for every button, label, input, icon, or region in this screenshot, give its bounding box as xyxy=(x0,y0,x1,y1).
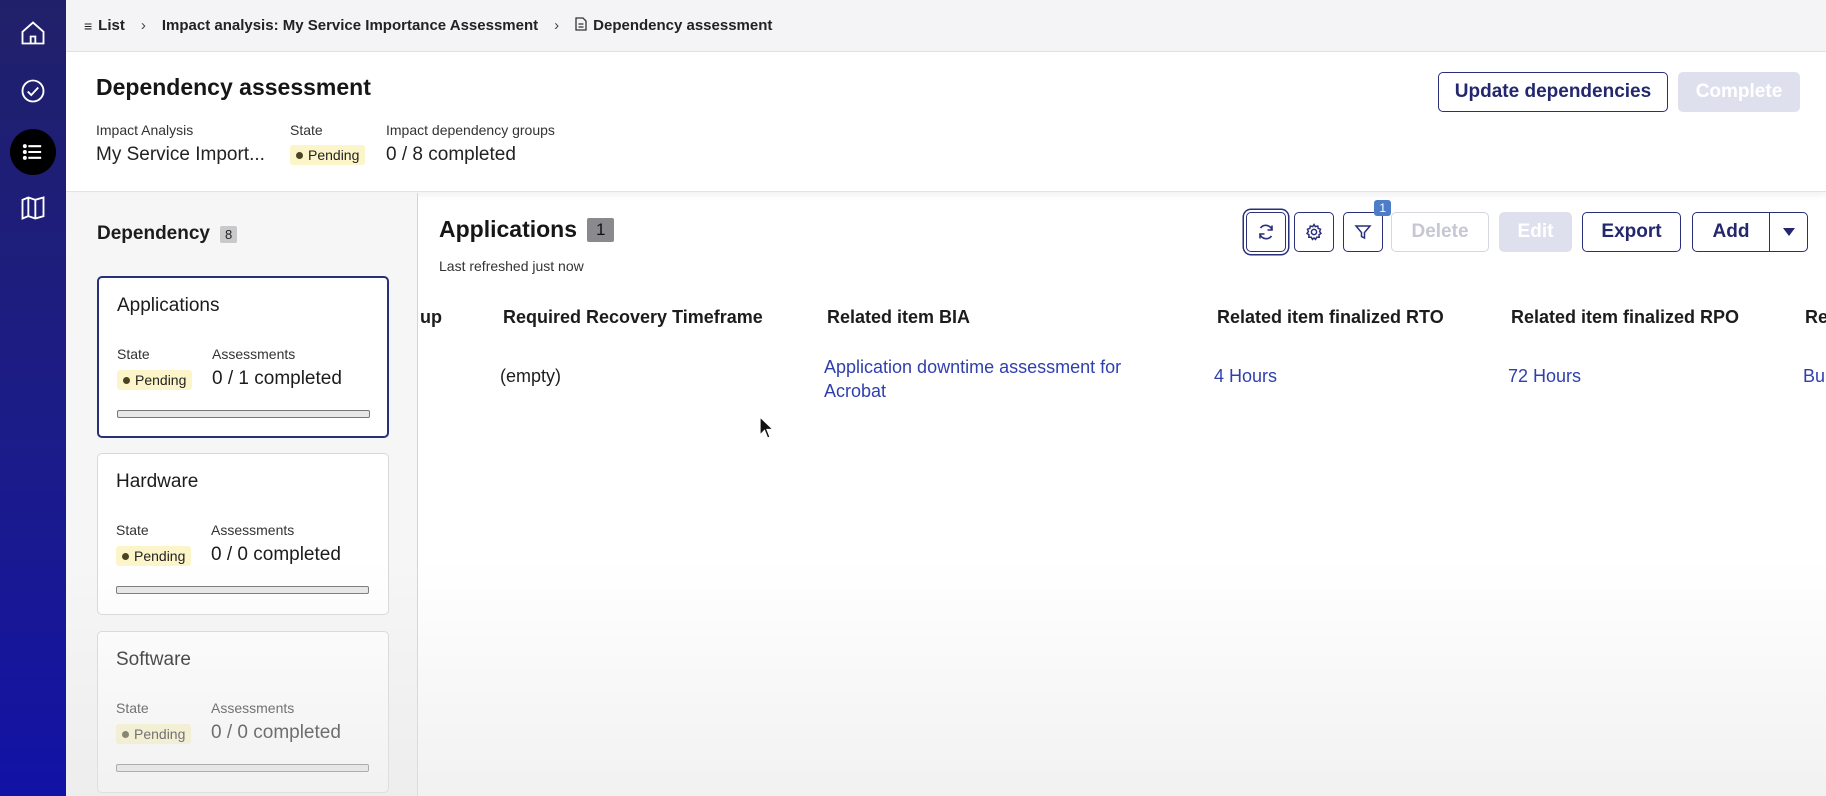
dependency-card-software[interactable]: Software State Assessments Pending 0 / 0… xyxy=(97,631,389,793)
dependency-card-hardware[interactable]: Hardware State Assessments Pending 0 / 0… xyxy=(97,453,389,615)
rto-link[interactable]: 4 Hours xyxy=(1214,366,1277,387)
page-title: Dependency assessment xyxy=(96,74,371,100)
filter-button[interactable]: 1 xyxy=(1343,200,1391,252)
status-badge: Pending xyxy=(290,145,366,165)
table-cell-link[interactable]: Bu xyxy=(1803,366,1825,387)
breadcrumb-impact-analysis[interactable]: Impact analysis: My Service Importance A… xyxy=(162,17,538,34)
dependency-panel-title: Dependency 8 xyxy=(97,223,238,245)
dependency-groups-meta: Impact dependency groups 0 / 8 completed xyxy=(386,122,555,165)
mouse-cursor-icon xyxy=(759,416,775,439)
nav-rail xyxy=(0,0,66,796)
last-refreshed-text: Last refreshed just now xyxy=(439,258,584,274)
table-cell: (empty) xyxy=(500,366,562,386)
caret-down-icon xyxy=(1782,228,1795,236)
menu-lines-icon: ≡ xyxy=(84,17,93,34)
progress-bar xyxy=(116,586,369,594)
settings-button[interactable] xyxy=(1294,212,1334,252)
chevron-right-icon: › xyxy=(554,17,560,34)
list-title: Applications 1 xyxy=(439,216,615,243)
column-header[interactable]: Re xyxy=(1805,307,1826,328)
breadcrumb-current: Dependency assessment xyxy=(575,16,772,35)
column-header-recovery-timeframe[interactable]: Required Recovery Timeframe xyxy=(503,307,763,328)
status-badge: Pending xyxy=(117,370,193,390)
refresh-icon xyxy=(1259,224,1273,240)
add-button[interactable]: Add xyxy=(1692,212,1770,252)
state-meta: State Pending xyxy=(290,122,366,165)
filter-count-badge: 1 xyxy=(1374,200,1391,216)
status-dot-icon xyxy=(122,552,129,560)
column-header[interactable]: up xyxy=(420,307,442,328)
status-badge: Pending xyxy=(116,724,192,744)
map-icon[interactable] xyxy=(13,188,53,228)
column-header-rpo[interactable]: Related item finalized RPO xyxy=(1511,307,1739,328)
column-header-rto[interactable]: Related item finalized RTO xyxy=(1217,307,1444,328)
refresh-button[interactable] xyxy=(1246,212,1286,252)
impact-analysis-meta: Impact Analysis My Service Import... xyxy=(96,122,265,166)
status-dot-icon xyxy=(123,376,130,384)
status-dot-icon xyxy=(122,730,129,738)
count-badge: 8 xyxy=(219,225,238,243)
rpo-link[interactable]: 72 Hours xyxy=(1508,366,1581,387)
complete-button[interactable]: Complete xyxy=(1678,72,1800,112)
update-dependencies-button[interactable]: Update dependencies xyxy=(1438,72,1668,112)
status-badge: Pending xyxy=(116,546,192,566)
dependency-card-applications[interactable]: Applications State Assessments Pending 0… xyxy=(97,276,389,438)
count-badge: 1 xyxy=(587,217,615,242)
breadcrumb-list[interactable]: ≡ List xyxy=(84,17,125,34)
document-icon xyxy=(575,16,587,35)
progress-bar xyxy=(117,410,370,418)
dependency-panel: Dependency 8 Applications State Assessme… xyxy=(66,193,418,796)
breadcrumb: ≡ List › Impact analysis: My Service Imp… xyxy=(66,0,1826,52)
column-header-related-bia[interactable]: Related item BIA xyxy=(827,307,970,328)
main-content: ≡ List › Impact analysis: My Service Imp… xyxy=(66,0,1826,796)
list-icon[interactable] xyxy=(10,129,56,175)
export-button[interactable]: Export xyxy=(1582,212,1681,252)
delete-button[interactable]: Delete xyxy=(1391,212,1489,252)
filter-icon xyxy=(1354,225,1372,240)
checkmark-circle-icon[interactable] xyxy=(13,71,53,111)
gear-icon xyxy=(1305,223,1323,241)
chevron-right-icon: › xyxy=(140,17,146,34)
related-bia-link[interactable]: Application downtime assessment for Acro… xyxy=(824,355,1121,403)
home-icon[interactable] xyxy=(13,13,53,53)
edit-button[interactable]: Edit xyxy=(1499,212,1572,252)
add-dropdown-button[interactable] xyxy=(1769,212,1808,252)
status-dot-icon xyxy=(296,151,303,159)
page-header: Dependency assessment Impact Analysis My… xyxy=(66,52,1826,192)
impact-analysis-link[interactable]: My Service Import... xyxy=(96,144,265,166)
progress-bar xyxy=(116,764,369,772)
